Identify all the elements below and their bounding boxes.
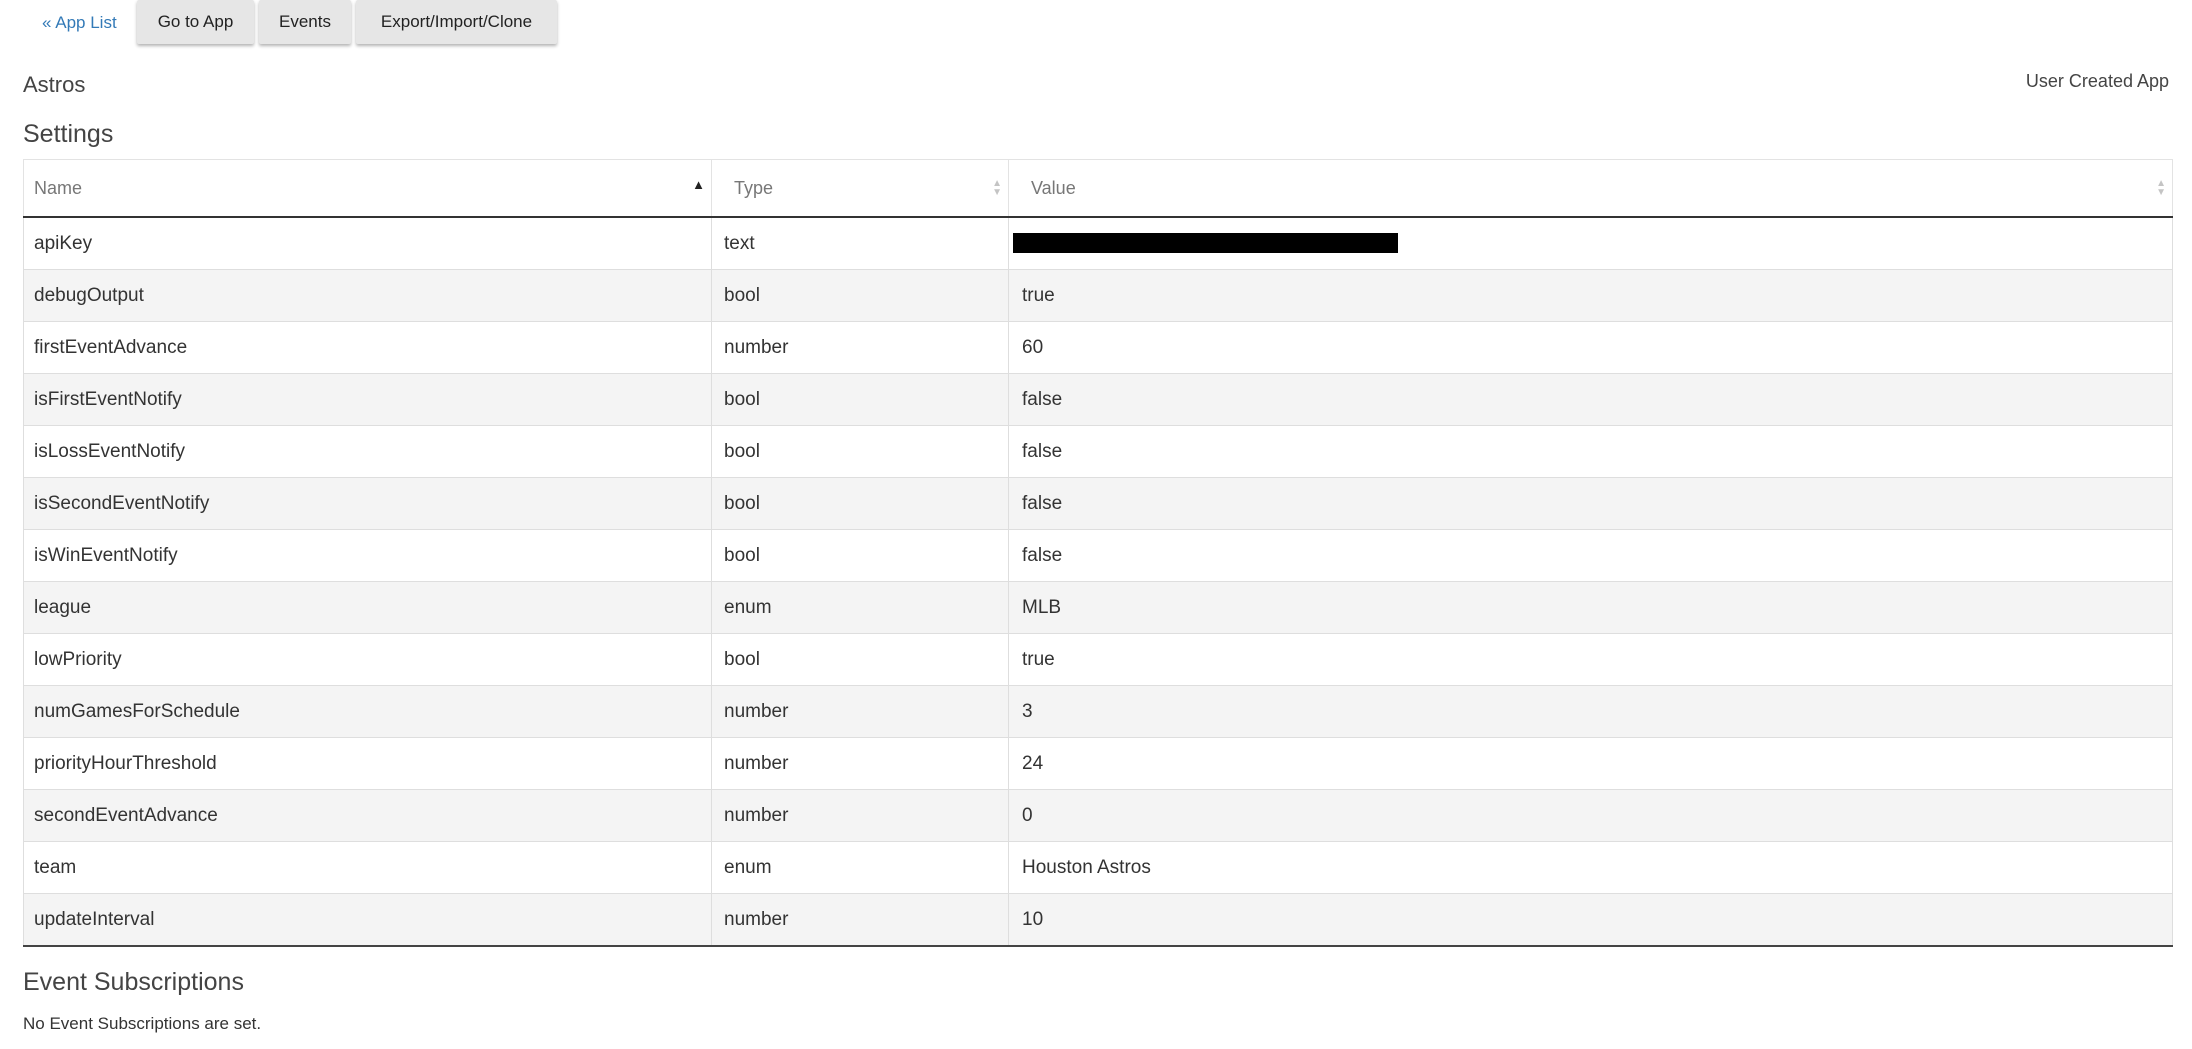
column-header-name[interactable]: Name ▲ xyxy=(23,159,712,218)
setting-value-cell: false xyxy=(1008,477,2173,530)
setting-value-cell: true xyxy=(1008,269,2173,322)
settings-heading: Settings xyxy=(23,120,114,148)
setting-name-cell: team xyxy=(23,841,712,894)
settings-table: Name ▲ Type ▲ ▼ Value ▲ ▼ apiKey text debugO… xyxy=(23,159,2173,947)
setting-type-cell: enum xyxy=(711,841,1009,894)
setting-type-cell: number xyxy=(711,789,1009,842)
events-button[interactable]: Events xyxy=(259,0,351,44)
setting-type-cell: enum xyxy=(711,581,1009,634)
redacted-value xyxy=(1013,233,1398,254)
table-row: isWinEventNotify bool false xyxy=(23,529,2173,582)
table-row: isFirstEventNotify bool false xyxy=(23,373,2173,426)
setting-name-cell: isSecondEventNotify xyxy=(23,477,712,530)
settings-table-body: apiKey text debugOutput bool true firstEventA… xyxy=(23,216,2173,947)
sort-ascending-icon: ▲ xyxy=(692,177,705,192)
table-row: lowPriority bool true xyxy=(23,633,2173,686)
setting-value-cell: true xyxy=(1008,633,2173,686)
setting-type-cell: text xyxy=(711,216,1009,270)
setting-name-cell: league xyxy=(23,581,712,634)
setting-value-cell: false xyxy=(1008,373,2173,426)
setting-name-cell: lowPriority xyxy=(23,633,712,686)
table-row: team enum Houston Astros xyxy=(23,841,2173,894)
setting-value-cell: 10 xyxy=(1008,893,2173,947)
table-row: secondEventAdvance number 0 xyxy=(23,789,2173,842)
setting-value-cell: 60 xyxy=(1008,321,2173,374)
setting-type-cell: number xyxy=(711,321,1009,374)
column-header-name-label: Name xyxy=(34,177,83,198)
setting-name-cell: apiKey xyxy=(23,216,712,270)
setting-name-cell: updateInterval xyxy=(23,893,712,947)
table-row: priorityHourThreshold number 24 xyxy=(23,737,2173,790)
setting-name-cell: firstEventAdvance xyxy=(23,321,712,374)
setting-type-cell: number xyxy=(711,685,1009,738)
setting-type-cell: bool xyxy=(711,269,1009,322)
app-type-label: User Created App xyxy=(2025,71,2169,91)
setting-type-cell: bool xyxy=(711,425,1009,478)
setting-value-cell: 3 xyxy=(1008,685,2173,738)
event-subscriptions-heading: Event Subscriptions xyxy=(23,968,244,996)
table-row: isSecondEventNotify bool false xyxy=(23,477,2173,530)
setting-value-cell: 24 xyxy=(1008,737,2173,790)
setting-value-cell: Houston Astros xyxy=(1008,841,2173,894)
setting-type-cell: bool xyxy=(711,529,1009,582)
event-subscriptions-empty-message: No Event Subscriptions are set. xyxy=(23,1014,262,1033)
setting-name-cell: debugOutput xyxy=(23,269,712,322)
column-header-type[interactable]: Type ▲ ▼ xyxy=(711,159,1009,218)
app-list-link[interactable]: « App List xyxy=(42,13,117,33)
column-header-value[interactable]: Value ▲ ▼ xyxy=(1008,159,2173,218)
setting-name-cell: priorityHourThreshold xyxy=(23,737,712,790)
setting-type-cell: bool xyxy=(711,373,1009,426)
table-row: firstEventAdvance number 60 xyxy=(23,321,2173,374)
setting-value-cell: false xyxy=(1008,425,2173,478)
setting-type-cell: number xyxy=(711,737,1009,790)
export-import-clone-button[interactable]: Export/Import/Clone xyxy=(356,0,557,44)
setting-name-cell: numGamesForSchedule xyxy=(23,685,712,738)
table-row: league enum MLB xyxy=(23,581,2173,634)
table-row: apiKey text xyxy=(23,216,2173,270)
column-header-type-label: Type xyxy=(734,177,774,198)
table-row: updateInterval number 10 xyxy=(23,893,2173,947)
sort-both-icon: ▲ ▼ xyxy=(2156,178,2166,198)
table-row: isLossEventNotify bool false xyxy=(23,425,2173,478)
app-name: Astros xyxy=(23,72,86,97)
setting-type-cell: bool xyxy=(711,633,1009,686)
setting-value-cell: false xyxy=(1008,529,2173,582)
setting-type-cell: number xyxy=(711,893,1009,947)
setting-value-cell: 0 xyxy=(1008,789,2173,842)
table-row: debugOutput bool true xyxy=(23,269,2173,322)
setting-value-cell xyxy=(1008,216,2173,270)
go-to-app-button[interactable]: Go to App xyxy=(137,0,254,44)
setting-name-cell: isWinEventNotify xyxy=(23,529,712,582)
setting-name-cell: secondEventAdvance xyxy=(23,789,712,842)
table-row: numGamesForSchedule number 3 xyxy=(23,685,2173,738)
setting-name-cell: isFirstEventNotify xyxy=(23,373,712,426)
top-navigation: « App List Go to App Events Export/Impor… xyxy=(0,0,2192,46)
setting-name-cell: isLossEventNotify xyxy=(23,425,712,478)
sort-both-icon: ▲ ▼ xyxy=(992,178,1002,198)
settings-table-header: Name ▲ Type ▲ ▼ Value ▲ ▼ xyxy=(23,159,2173,218)
column-header-value-label: Value xyxy=(1031,177,1076,198)
setting-value-cell: MLB xyxy=(1008,581,2173,634)
setting-type-cell: bool xyxy=(711,477,1009,530)
